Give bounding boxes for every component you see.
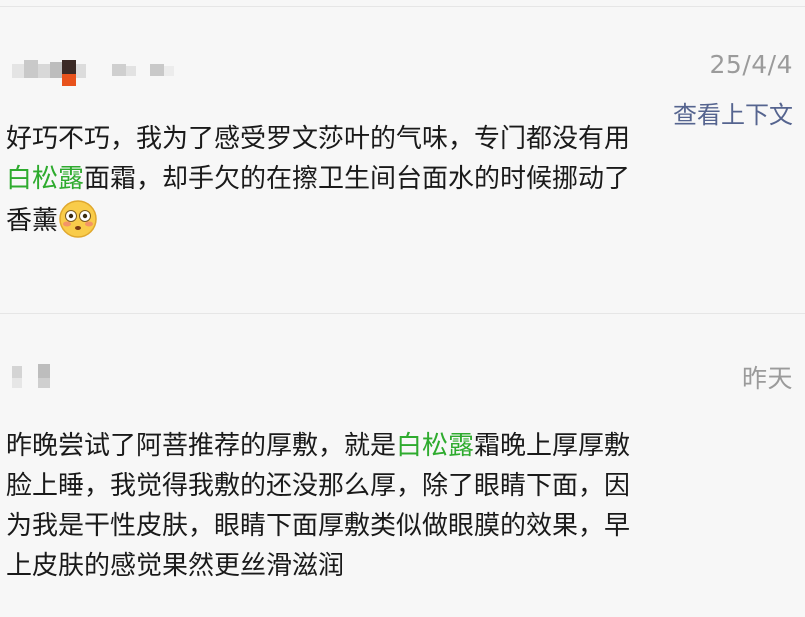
- comment-date: 25/4/4: [709, 50, 793, 79]
- blurred-username: [12, 60, 182, 90]
- product-highlight: 白松露: [6, 164, 85, 194]
- comment-list: 25/4/4 查看上下文 好巧不巧，我为了感受罗文莎叶的气味，专门都没有用白松露…: [0, 0, 805, 617]
- view-context-link[interactable]: 查看上下文: [673, 95, 793, 130]
- comment-item[interactable]: 昨天 昨晚尝试了阿菩推荐的厚敷，就是白松露霜晚上厚厚敷脸上睡，我觉得我敷的还没那…: [0, 314, 805, 617]
- flushed-face-emoji: [59, 200, 97, 238]
- product-highlight: 白松露: [396, 431, 475, 461]
- comment-body: 好巧不巧，我为了感受罗文莎叶的气味，专门都没有用白松露面霜，却手欠的在擦卫生间台…: [6, 119, 636, 241]
- comment-text: 昨晚尝试了阿菩推荐的厚敷，就是: [6, 431, 397, 461]
- comment-item[interactable]: 25/4/4 查看上下文 好巧不巧，我为了感受罗文莎叶的气味，专门都没有用白松露…: [0, 0, 805, 313]
- comment-body: 昨晚尝试了阿菩推荐的厚敷，就是白松露霜晚上厚厚敷脸上睡，我觉得我敷的还没那么厚，…: [6, 426, 636, 586]
- blurred-username: [12, 364, 62, 394]
- comment-text: 面霜，却手欠的在擦卫生间台面水的时候挪动了香薰: [6, 164, 631, 236]
- comment-text: 好巧不巧，我为了感受罗文莎叶的气味，专门都没有用: [6, 124, 631, 154]
- comment-date: 昨天: [741, 364, 793, 393]
